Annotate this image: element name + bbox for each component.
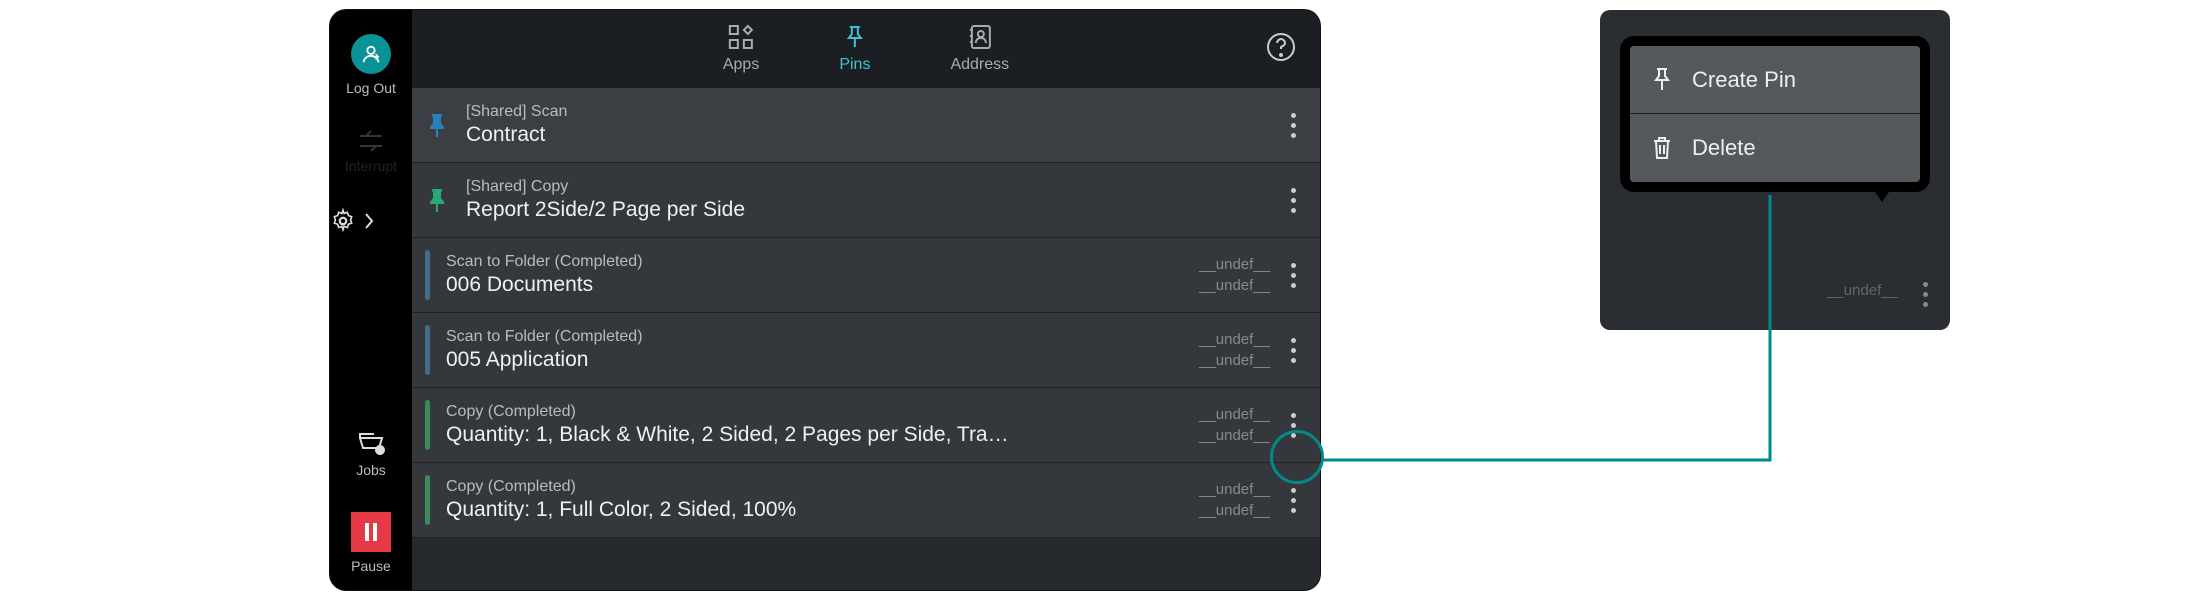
popup-meta: __undef__ bbox=[1827, 280, 1898, 301]
pin-icon bbox=[426, 112, 448, 138]
pin-icon bbox=[1650, 66, 1674, 94]
interrupt-label: Interrupt bbox=[345, 158, 397, 174]
user-icon bbox=[351, 34, 391, 74]
popup-tail-icon bbox=[1868, 182, 1896, 202]
logout-button[interactable]: Log Out bbox=[330, 34, 412, 96]
context-menu: Create Pin Delete bbox=[1620, 36, 1930, 192]
apps-icon bbox=[728, 24, 754, 50]
more-icon bbox=[1923, 282, 1928, 307]
row-title: 005 Application bbox=[446, 348, 1166, 372]
row-caption: Scan to Folder (Completed) bbox=[446, 328, 1166, 346]
menu-create-pin-label: Create Pin bbox=[1692, 67, 1796, 93]
pin-icon bbox=[843, 24, 867, 50]
interrupt-button[interactable]: Interrupt bbox=[330, 130, 412, 174]
top-tabs: Apps Pins bbox=[412, 10, 1320, 88]
chevron-right-icon bbox=[364, 212, 374, 230]
jobs-icon: i bbox=[356, 430, 386, 456]
row-title: Contract bbox=[466, 123, 1166, 147]
trash-icon bbox=[1650, 134, 1674, 162]
logout-label: Log Out bbox=[346, 80, 396, 96]
pause-button[interactable]: Pause bbox=[330, 512, 412, 574]
more-button[interactable] bbox=[1276, 188, 1310, 213]
menu-delete[interactable]: Delete bbox=[1630, 114, 1920, 182]
status-bar-icon bbox=[425, 475, 430, 525]
row-meta: __undef__ bbox=[1166, 275, 1270, 296]
row-caption: [Shared] Scan bbox=[466, 103, 1166, 121]
jobs-button[interactable]: i Jobs bbox=[330, 430, 412, 478]
pause-icon bbox=[351, 512, 391, 552]
settings-button[interactable] bbox=[330, 208, 412, 234]
more-icon bbox=[1291, 488, 1296, 513]
row-caption: Copy (Completed) bbox=[446, 403, 1166, 421]
help-icon[interactable] bbox=[1266, 32, 1296, 62]
more-button[interactable] bbox=[1276, 113, 1310, 138]
jobs-label: Jobs bbox=[356, 462, 386, 478]
address-book-icon bbox=[968, 24, 992, 50]
row-title: Report 2Side/2 Page per Side bbox=[466, 198, 1166, 222]
more-icon bbox=[1291, 188, 1296, 213]
main-area: Apps Pins bbox=[412, 10, 1320, 590]
row-meta: __undef__ bbox=[1166, 404, 1270, 425]
row-meta: __undef__ bbox=[1166, 479, 1270, 500]
more-icon bbox=[1291, 413, 1296, 438]
row-title: 006 Documents bbox=[446, 273, 1166, 297]
more-icon bbox=[1291, 338, 1296, 363]
list-item[interactable]: [Shared] Scan Contract bbox=[412, 88, 1320, 163]
menu-create-pin[interactable]: Create Pin bbox=[1630, 46, 1920, 114]
row-meta: __undef__ bbox=[1166, 500, 1270, 521]
row-caption: [Shared] Copy bbox=[466, 178, 1166, 196]
row-caption: Copy (Completed) bbox=[446, 478, 1166, 496]
more-icon bbox=[1291, 263, 1296, 288]
list-item[interactable]: Scan to Folder (Completed) 005 Applicati… bbox=[412, 313, 1320, 388]
list-item[interactable]: Copy (Completed) Quantity: 1, Black & Wh… bbox=[412, 388, 1320, 463]
list-item[interactable]: [Shared] Copy Report 2Side/2 Page per Si… bbox=[412, 163, 1320, 238]
tab-pins-label: Pins bbox=[839, 56, 870, 74]
pin-icon bbox=[426, 187, 448, 213]
row-caption: Scan to Folder (Completed) bbox=[446, 253, 1166, 271]
tab-apps[interactable]: Apps bbox=[723, 24, 759, 74]
tab-address[interactable]: Address bbox=[950, 24, 1009, 74]
more-button[interactable] bbox=[1276, 413, 1310, 438]
status-bar-icon bbox=[425, 325, 430, 375]
device-screen: Log Out Interrupt bbox=[330, 10, 1320, 590]
context-menu-panel: Create Pin Delete __undef__ bbox=[1600, 10, 1950, 330]
svg-text:i: i bbox=[379, 447, 381, 456]
row-meta: __undef__ bbox=[1166, 329, 1270, 350]
status-bar-icon bbox=[425, 400, 430, 450]
pause-label: Pause bbox=[351, 558, 391, 574]
more-button[interactable] bbox=[1276, 263, 1310, 288]
side-rail: Log Out Interrupt bbox=[330, 10, 412, 590]
more-button[interactable] bbox=[1276, 488, 1310, 513]
more-button[interactable] bbox=[1276, 338, 1310, 363]
tab-apps-label: Apps bbox=[723, 56, 759, 74]
gear-icon bbox=[330, 208, 356, 234]
row-meta: __undef__ bbox=[1166, 350, 1270, 371]
more-icon bbox=[1291, 113, 1296, 138]
menu-delete-label: Delete bbox=[1692, 135, 1756, 161]
tab-pins[interactable]: Pins bbox=[839, 24, 870, 74]
list-item[interactable]: Copy (Completed) Quantity: 1, Full Color… bbox=[412, 463, 1320, 538]
list-item[interactable]: Scan to Folder (Completed) 006 Documents… bbox=[412, 238, 1320, 313]
row-title: Quantity: 1, Black & White, 2 Sided, 2 P… bbox=[446, 423, 1166, 447]
status-bar-icon bbox=[425, 250, 430, 300]
tab-address-label: Address bbox=[950, 56, 1009, 74]
interrupt-icon bbox=[357, 130, 385, 152]
row-meta: __undef__ bbox=[1166, 425, 1270, 446]
pins-list: [Shared] Scan Contract [Shared] Copy Rep… bbox=[412, 88, 1320, 590]
row-title: Quantity: 1, Full Color, 2 Sided, 100% bbox=[446, 498, 1166, 522]
row-meta: __undef__ bbox=[1166, 254, 1270, 275]
